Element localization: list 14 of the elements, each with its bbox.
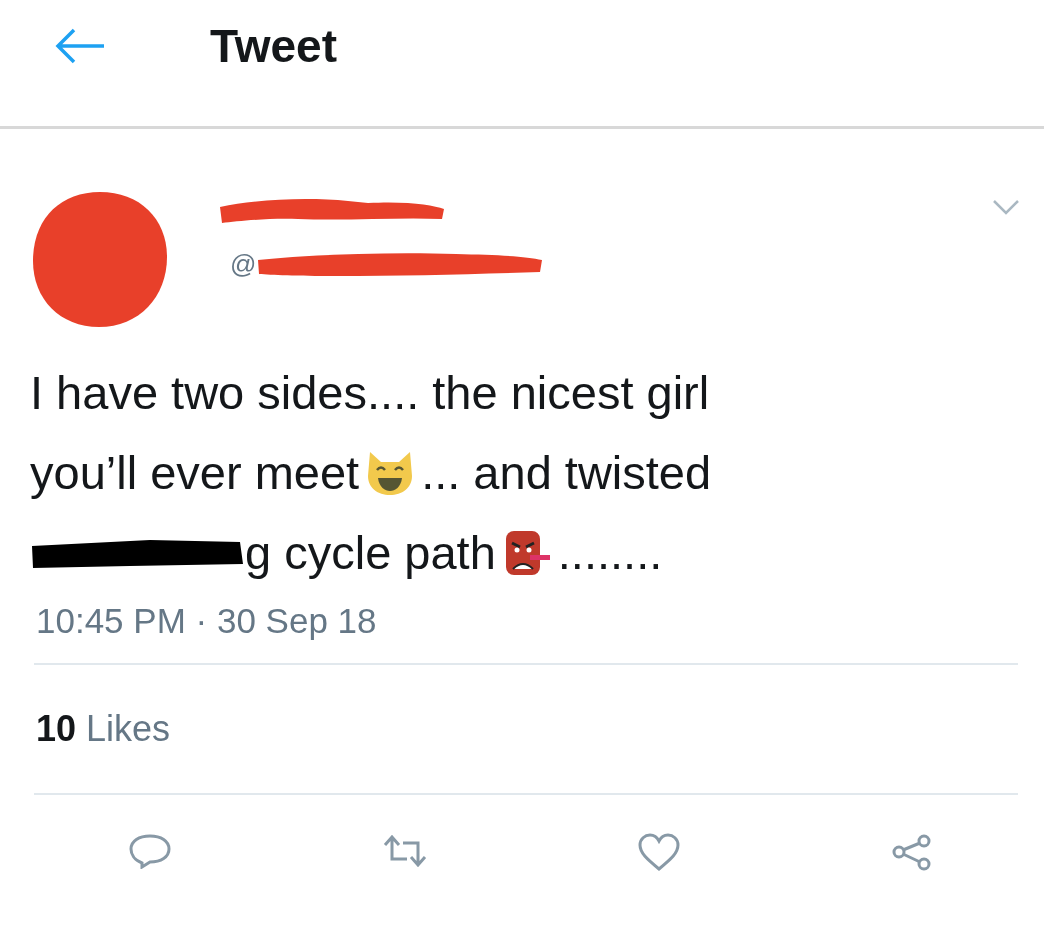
chevron-down-icon[interactable] [992, 199, 1020, 215]
page-title: Tweet [210, 19, 337, 73]
handle-prefix: @ [230, 249, 257, 280]
reply-icon[interactable] [128, 833, 172, 869]
heart-icon[interactable] [637, 833, 682, 871]
likes-count: 10 [36, 708, 77, 750]
back-arrow-icon [54, 28, 106, 64]
tweet-text: you’ll ever meet [30, 445, 360, 501]
tweet-text: ........ [557, 525, 663, 581]
tweet-timestamp: 10:45 PM · 30 Sep 18 [35, 600, 378, 642]
tweet-text: ... and twisted [421, 445, 712, 501]
likes-label: Likes [86, 708, 171, 750]
tweet-text: I have two sides.... the nicest girl [30, 365, 710, 421]
tweet-text: g cycle path [245, 525, 496, 581]
